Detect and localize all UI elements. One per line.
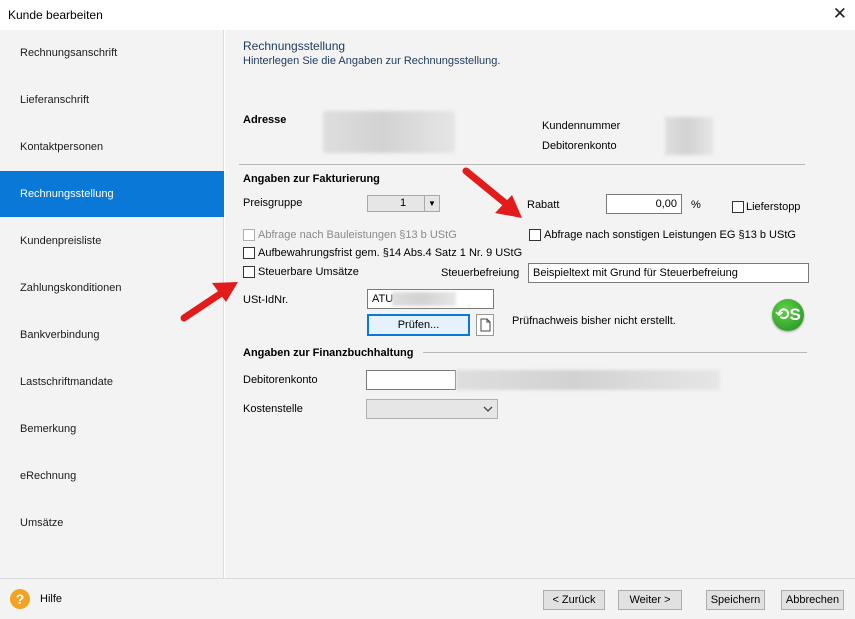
arrow-icon bbox=[180, 282, 238, 322]
help-icon[interactable]: ? bbox=[10, 589, 30, 609]
next-button[interactable]: Weiter > bbox=[618, 590, 682, 610]
help-label[interactable]: Hilfe bbox=[40, 593, 62, 605]
footer: ? Hilfe < Zurück Weiter > Speichern Abbr… bbox=[0, 578, 855, 619]
annotation-arrows bbox=[180, 167, 522, 322]
back-button[interactable]: < Zurück bbox=[543, 590, 605, 610]
cancel-button[interactable]: Abbrechen bbox=[781, 590, 844, 610]
arrow-icon bbox=[462, 167, 522, 218]
save-button[interactable]: Speichern bbox=[706, 590, 765, 610]
